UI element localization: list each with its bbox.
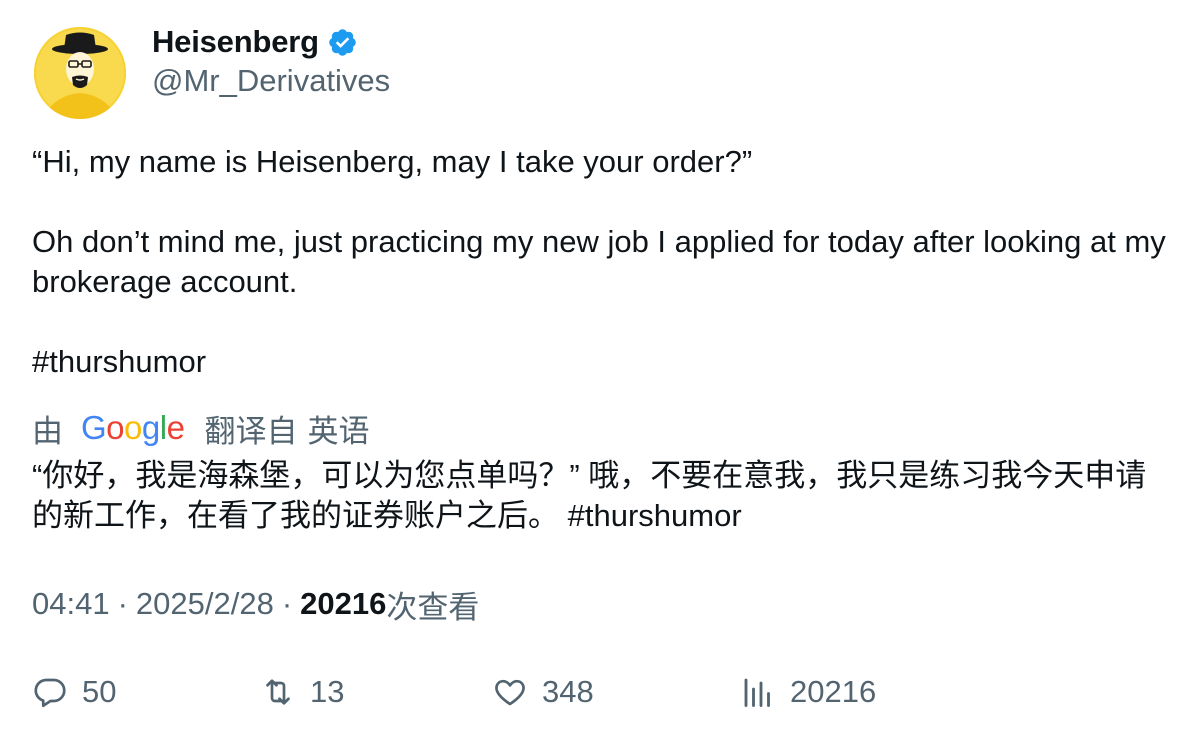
retweet-icon — [266, 679, 290, 705]
views-label: 次查看 — [386, 589, 480, 625]
meta-separator: · — [281, 586, 293, 621]
retweet-count: 13 — [310, 674, 345, 709]
analytics-icon — [744, 678, 770, 707]
tweet-meta: 04:41 · 2025/2/28 · 20216 次查看 — [32, 584, 480, 625]
author-name-row: Heisenberg — [152, 22, 358, 62]
reply-button[interactable]: 50 — [32, 670, 116, 714]
heart-icon — [495, 679, 525, 706]
retweet-button[interactable]: 13 — [260, 670, 344, 714]
verified-badge-icon[interactable] — [327, 27, 358, 58]
source-language: 英语 — [307, 413, 370, 449]
views-count: 20216 — [300, 586, 387, 621]
reply-icon — [34, 678, 66, 708]
heisenberg-avatar-image — [34, 27, 126, 119]
tweet-text: “Hi, my name is Heisenberg, may I take y… — [32, 144, 1166, 379]
like-button[interactable]: 348 — [492, 670, 594, 714]
tweet-time[interactable]: 04:41 — [32, 586, 110, 622]
action-bar: 50 13 348 20216 — [32, 670, 1172, 714]
translated-by-label: 由 — [32, 413, 63, 449]
tweet-date[interactable]: 2025/2/28 — [136, 586, 274, 622]
translated-text: “你好，我是海森堡，可以为您点单吗？” 哦，不要在意我，我只是练习我今天申请的新… — [32, 458, 1147, 533]
avatar[interactable] — [34, 27, 126, 119]
author-handle[interactable]: @Mr_Derivatives — [152, 63, 390, 99]
author-display-name[interactable]: Heisenberg — [152, 24, 319, 60]
google-logo[interactable]: Google — [81, 409, 185, 447]
view-count: 20216 — [790, 674, 877, 709]
translation-attribution: 由 Google 翻译自 英语 — [32, 406, 369, 450]
meta-separator: · — [117, 586, 128, 621]
like-count: 348 — [542, 674, 594, 709]
reply-count: 50 — [82, 674, 117, 709]
translated-from-label: 翻译自 — [204, 413, 298, 449]
views-button[interactable]: 20216 — [740, 670, 876, 714]
